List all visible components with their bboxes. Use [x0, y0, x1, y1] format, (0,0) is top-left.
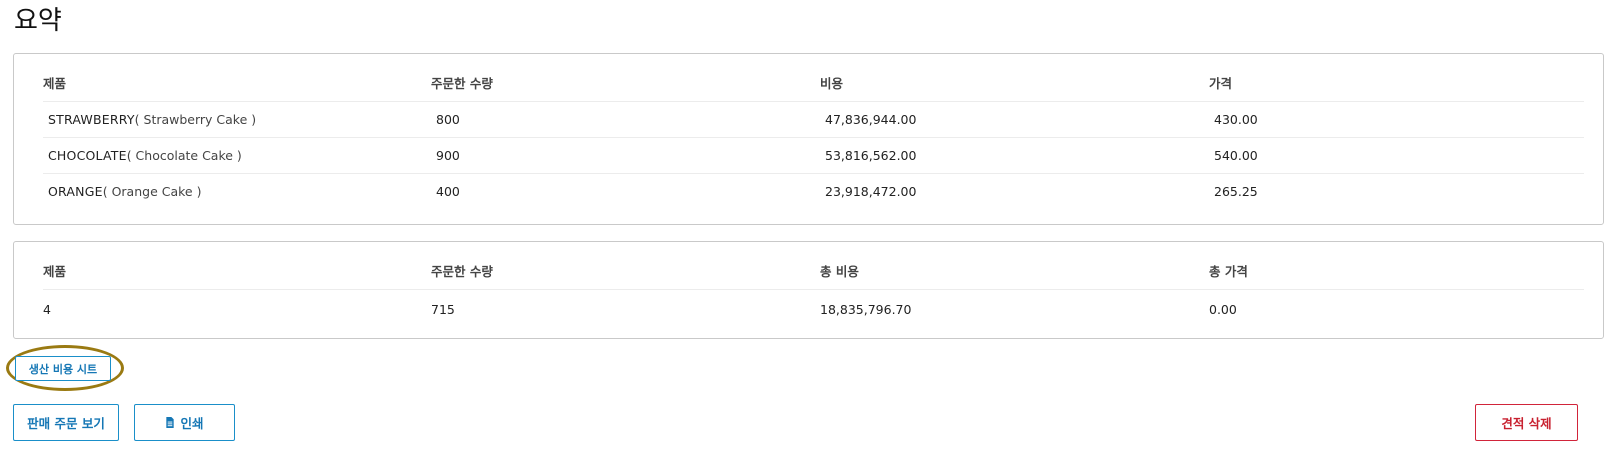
page-title: 요약 — [14, 6, 62, 36]
product-code: ORANGE — [48, 184, 103, 199]
total-price: 0.00 — [1209, 302, 1237, 317]
production-cost-sheet-button[interactable]: 생산 비용 시트 — [15, 356, 111, 381]
product-name: STRAWBERRY( Strawberry Cake ) — [43, 102, 256, 138]
header-total-price: 총 가격 — [1209, 264, 1248, 279]
total-cost: 18,835,796.70 — [820, 302, 912, 317]
totals-row: 4 715 18,835,796.70 0.00 — [43, 292, 1584, 328]
cost: 53,816,562.00 — [825, 148, 917, 163]
view-sales-order-button[interactable]: 판매 주문 보기 — [13, 404, 119, 441]
product-description: ( Strawberry Cake ) — [134, 112, 257, 127]
header-product: 제품 — [43, 264, 67, 279]
header-total-cost: 총 비용 — [820, 264, 859, 279]
price: 265.25 — [1214, 184, 1258, 199]
product-code: STRAWBERRY — [48, 112, 135, 127]
table-row: ORANGE( Orange Cake ) 400 23,918,472.00 … — [43, 174, 1584, 210]
product-lines-table: 제품 주문한 수량 비용 가격 STRAWBERRY( Strawberry C… — [13, 53, 1604, 225]
header-ordered-qty: 주문한 수량 — [431, 264, 493, 279]
cost: 23,918,472.00 — [825, 184, 917, 199]
header-ordered-qty: 주문한 수량 — [431, 76, 493, 91]
total-products: 4 — [43, 302, 51, 317]
table-row: STRAWBERRY( Strawberry Cake ) 800 47,836… — [43, 102, 1584, 138]
table-row: CHOCOLATE( Chocolate Cake ) 900 53,816,5… — [43, 138, 1584, 174]
cost: 47,836,944.00 — [825, 112, 917, 127]
totals-header-row: 제품 주문한 수량 총 비용 총 가격 — [43, 254, 1584, 290]
delete-quote-button[interactable]: 견적 삭제 — [1475, 404, 1578, 441]
product-description: ( Orange Cake ) — [102, 184, 202, 199]
ordered-qty: 800 — [436, 112, 460, 127]
price: 540.00 — [1214, 148, 1258, 163]
header-product: 제품 — [43, 76, 67, 91]
ordered-qty: 900 — [436, 148, 460, 163]
product-description: ( Chocolate Cake ) — [126, 148, 242, 163]
print-label: 인쇄 — [180, 416, 204, 431]
header-price: 가격 — [1209, 76, 1233, 91]
total-qty: 715 — [431, 302, 455, 317]
product-name: CHOCOLATE( Chocolate Cake ) — [43, 138, 242, 174]
header-cost: 비용 — [820, 76, 844, 91]
ordered-qty: 400 — [436, 184, 460, 199]
print-button[interactable]: 인쇄 — [134, 404, 235, 441]
table-header-row: 제품 주문한 수량 비용 가격 — [43, 66, 1584, 102]
product-code: CHOCOLATE — [48, 148, 127, 163]
product-name: ORANGE( Orange Cake ) — [43, 174, 201, 210]
document-icon — [166, 417, 175, 428]
totals-table: 제품 주문한 수량 총 비용 총 가격 4 715 18,835,796.70 … — [13, 241, 1604, 339]
price: 430.00 — [1214, 112, 1258, 127]
